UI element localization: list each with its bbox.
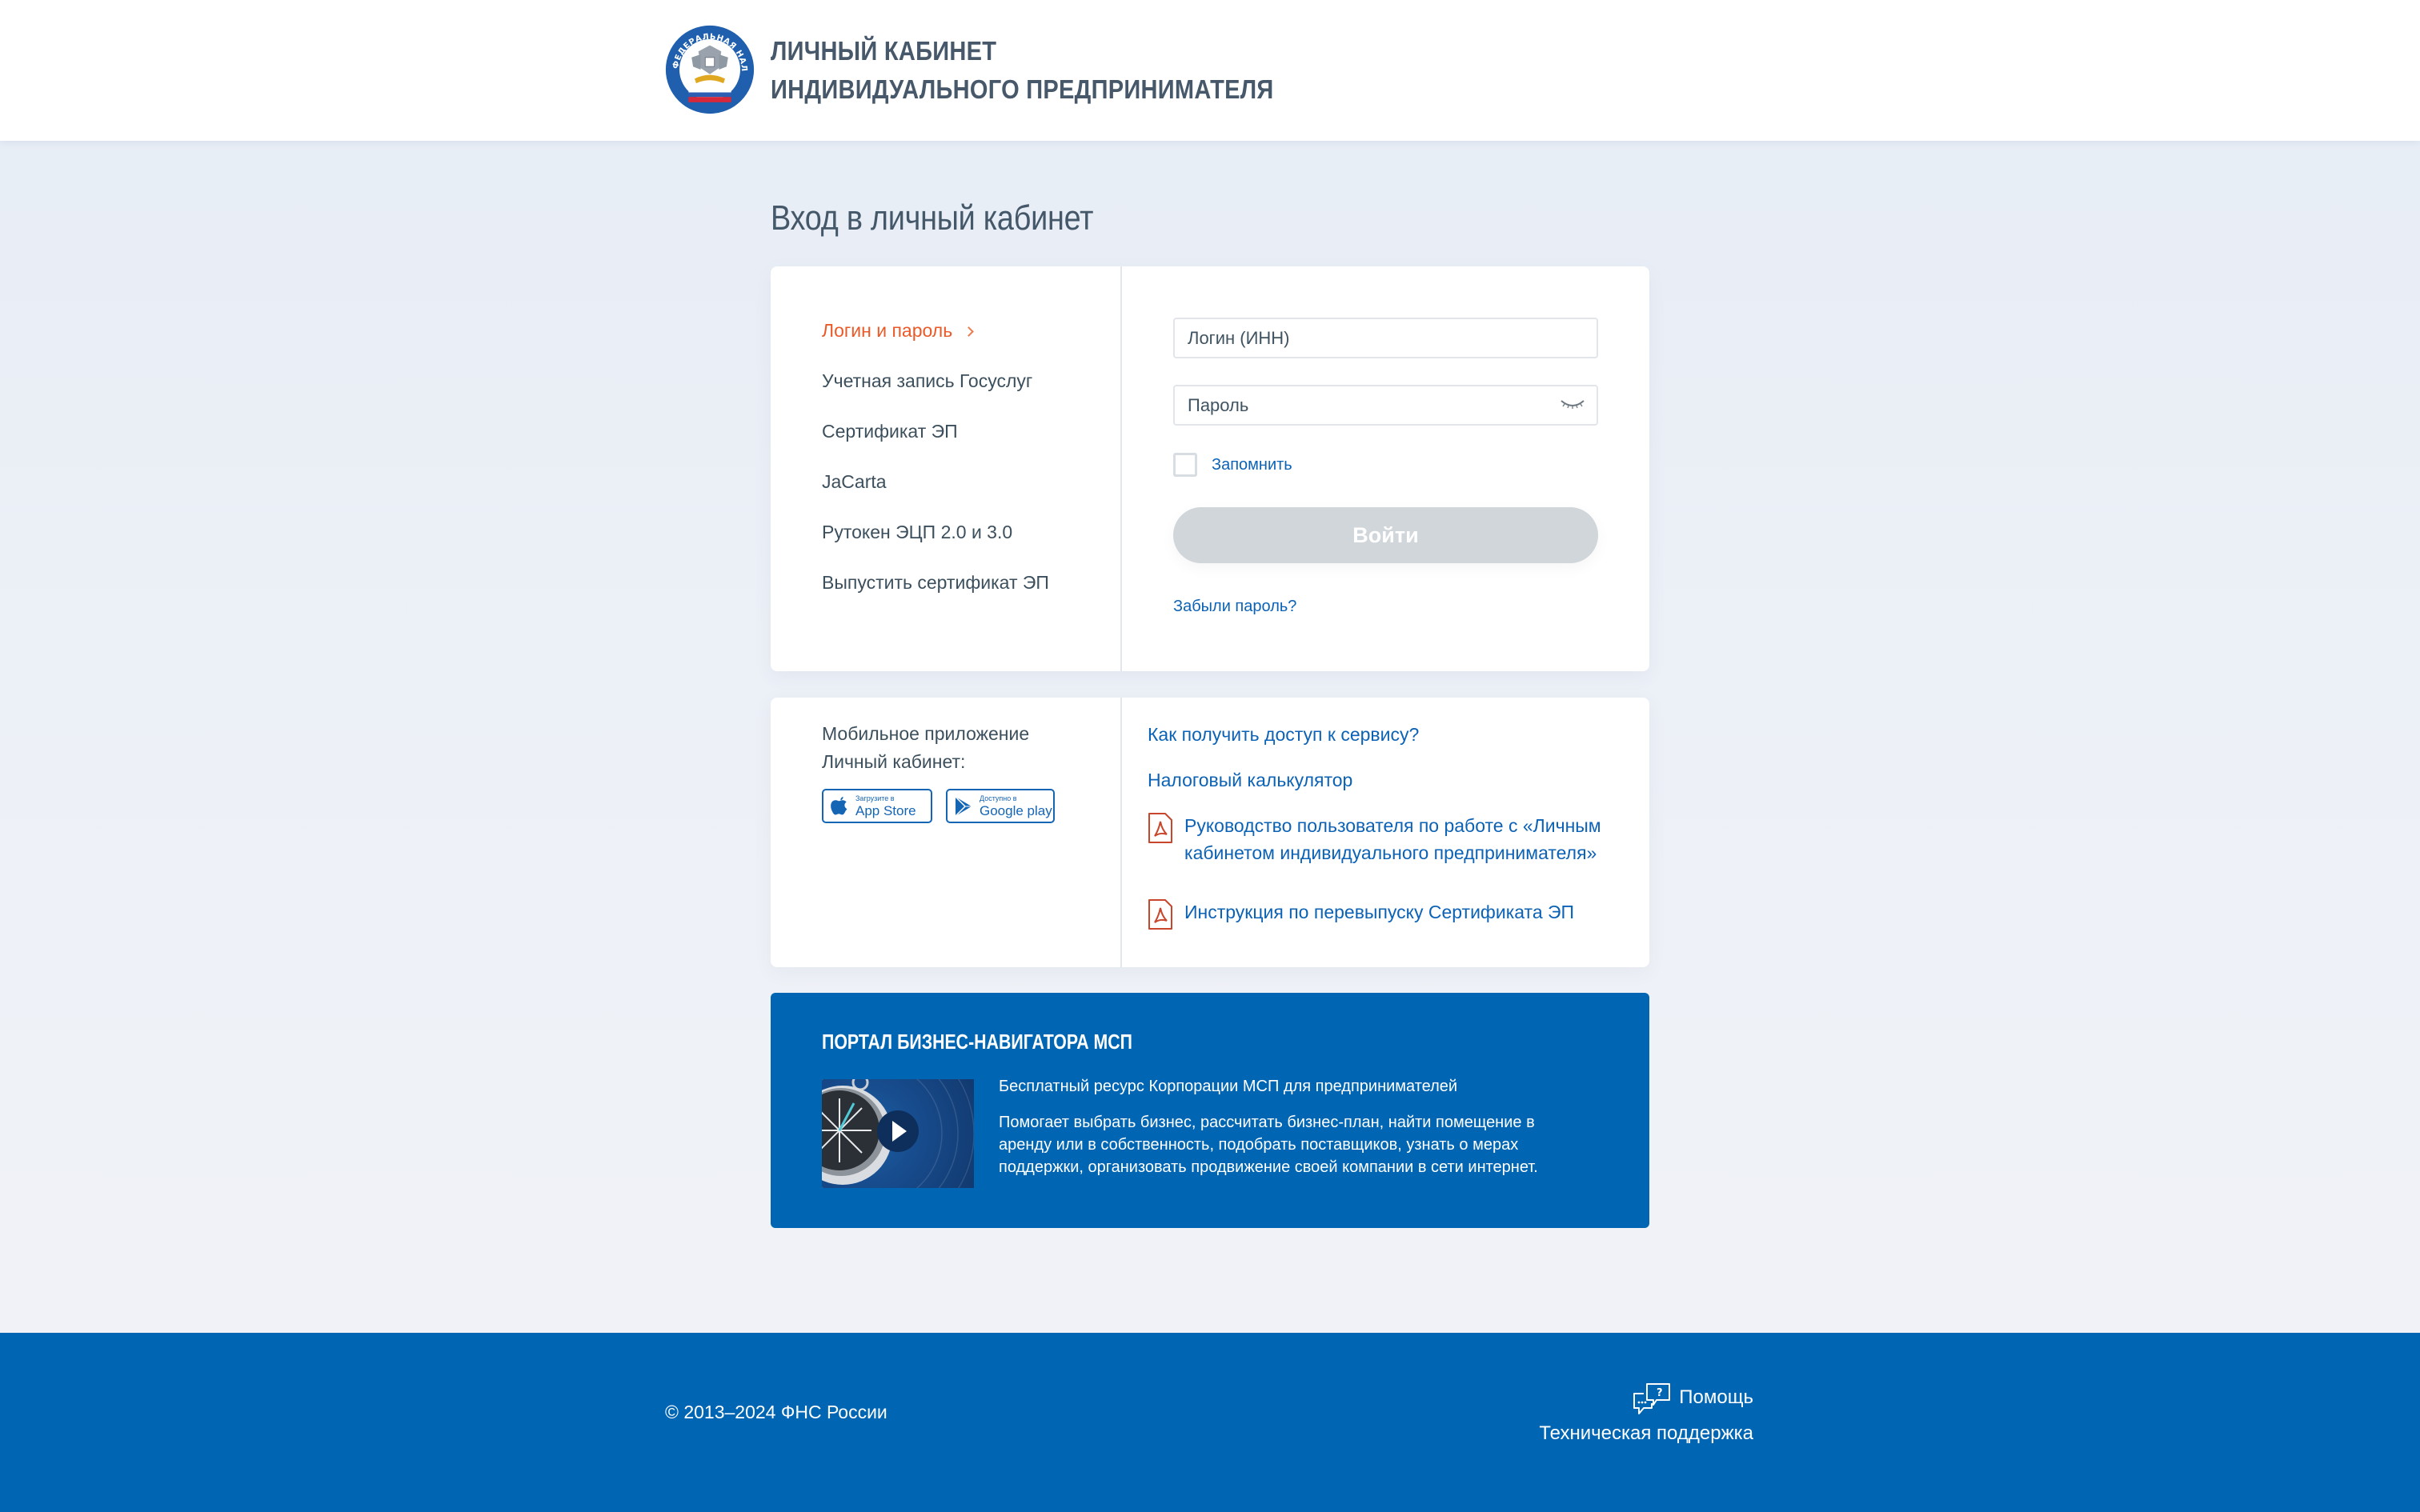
- promo-video-thumbnail[interactable]: [822, 1079, 974, 1188]
- mobile-app-title-line2: Личный кабинет:: [822, 751, 966, 772]
- promo-description: Помогает выбрать бизнес, рассчитать бизн…: [999, 1114, 1538, 1176]
- remember-label[interactable]: Запомнить: [1212, 456, 1292, 474]
- certificate-reissue-guide-link[interactable]: Инструкция по перевыпуску Сертификата ЭП: [1148, 898, 1574, 930]
- access-info-link[interactable]: Как получить доступ к сервису?: [1148, 721, 1419, 748]
- login-method-label: JaCarta: [822, 471, 887, 492]
- mobile-app-title: Мобильное приложение Личный кабинет:: [822, 720, 1029, 776]
- login-method-label: Учетная запись Госуслуг: [822, 370, 1033, 391]
- chevron-right-icon: [964, 326, 975, 337]
- pdf-icon: [1148, 899, 1172, 930]
- user-guide-text-line1: Руководство пользователя по работе с «Ли…: [1184, 815, 1601, 836]
- vertical-divider: [1120, 698, 1122, 967]
- copyright: © 2013–2024 ФНС России: [665, 1402, 887, 1422]
- app-store-small-text: Загрузите в: [855, 794, 895, 802]
- header-title: ЛИЧНЫЙ КАБИНЕТ ИНДИВИДУАЛЬНОГО ПРЕДПРИНИ…: [771, 32, 1274, 109]
- login-method-list: Логин и пароль Учетная запись Госуслуг С…: [822, 316, 1049, 618]
- tech-support-link[interactable]: Техническая поддержка: [1539, 1422, 1753, 1445]
- pdf-icon: [1148, 813, 1172, 843]
- app-store-big-text: App Store: [855, 802, 916, 818]
- remember-checkbox[interactable]: [1173, 453, 1197, 477]
- header-title-line1: ЛИЧНЫЙ КАБИНЕТ: [771, 36, 997, 66]
- google-play-icon: [955, 795, 972, 817]
- page-title: Вход в личный кабинет: [771, 198, 1094, 238]
- login-placeholder: Логин (ИНН): [1188, 328, 1290, 348]
- mobile-app-title-line1: Мобильное приложение: [822, 723, 1030, 744]
- login-card: Логин и пароль Учетная запись Госуслуг С…: [771, 266, 1649, 671]
- vertical-divider: [1120, 266, 1122, 671]
- store-buttons: Загрузите в App Store Доступно в Google …: [822, 789, 1055, 823]
- apple-icon: [831, 796, 847, 814]
- promo-subtitle: Бесплатный ресурс Корпорации МСП для пре…: [999, 1078, 1458, 1095]
- login-method-rutoken[interactable]: Рутокен ЭЦП 2.0 и 3.0: [822, 518, 1049, 568]
- info-card: Мобильное приложение Личный кабинет: Заг…: [771, 698, 1649, 967]
- help-label: Помощь: [1679, 1386, 1753, 1408]
- app-store-button[interactable]: Загрузите в App Store: [822, 789, 932, 823]
- header: ФЕДЕРАЛЬНАЯ НАЛОГОВАЯ СЛУЖБА ЛИЧНЫЙ КАБИ…: [0, 0, 2420, 141]
- password-placeholder: Пароль: [1188, 395, 1249, 415]
- show-password-icon[interactable]: [1560, 398, 1585, 410]
- help-link[interactable]: ? Помощь: [1633, 1381, 1753, 1414]
- user-guide-link[interactable]: Руководство пользователя по работе с «Ли…: [1148, 812, 1601, 866]
- user-guide-text-line2: кабинетом индивидуального предпринимател…: [1184, 842, 1597, 863]
- login-method-label: Сертификат ЭП: [822, 421, 958, 442]
- password-input[interactable]: Пароль: [1173, 385, 1598, 426]
- header-title-line2: ИНДИВИДУАЛЬНОГО ПРЕДПРИНИМАТЕЛЯ: [771, 74, 1274, 104]
- fns-logo-icon[interactable]: ФЕДЕРАЛЬНАЯ НАЛОГОВАЯ СЛУЖБА: [664, 24, 755, 115]
- business-navigator-banner[interactable]: ПОРТАЛ БИЗНЕС-НАВИГАТОРА МСП Бесплатный …: [771, 993, 1649, 1228]
- login-method-jacarta[interactable]: JaCarta: [822, 467, 1049, 518]
- login-method-label: Выпустить сертификат ЭП: [822, 572, 1049, 593]
- login-method-password[interactable]: Логин и пароль: [822, 316, 1049, 366]
- login-method-gosuslugi[interactable]: Учетная запись Госуслуг: [822, 366, 1049, 417]
- login-input[interactable]: Логин (ИНН): [1173, 318, 1598, 358]
- svg-text:?: ?: [1657, 1387, 1663, 1399]
- login-button[interactable]: Войти: [1173, 507, 1598, 563]
- tax-calculator-link[interactable]: Налоговый калькулятор: [1148, 766, 1352, 794]
- certificate-reissue-text: Инструкция по перевыпуску Сертификата ЭП: [1184, 902, 1575, 922]
- login-method-issue-certificate[interactable]: Выпустить сертификат ЭП: [822, 568, 1049, 618]
- login-method-label: Логин и пароль: [822, 320, 953, 341]
- footer: © 2013–2024 ФНС России ? Помощь Техничес…: [0, 1333, 2420, 1512]
- compass-image: [822, 1079, 974, 1188]
- login-method-label: Рутокен ЭЦП 2.0 и 3.0: [822, 522, 1013, 542]
- user-guide-text: Руководство пользователя по работе с «Ли…: [1184, 812, 1601, 866]
- forgot-password-link[interactable]: Забыли пароль?: [1173, 598, 1296, 616]
- google-play-big-text: Google play: [980, 802, 1052, 818]
- google-play-button[interactable]: Доступно в Google play: [946, 789, 1055, 823]
- remember-me[interactable]: Запомнить: [1173, 452, 1292, 478]
- login-method-certificate[interactable]: Сертификат ЭП: [822, 417, 1049, 467]
- google-play-small-text: Доступно в: [980, 794, 1017, 802]
- chat-help-icon: ?: [1633, 1383, 1671, 1414]
- promo-title: ПОРТАЛ БИЗНЕС-НАВИГАТОРА МСП: [822, 1030, 1133, 1054]
